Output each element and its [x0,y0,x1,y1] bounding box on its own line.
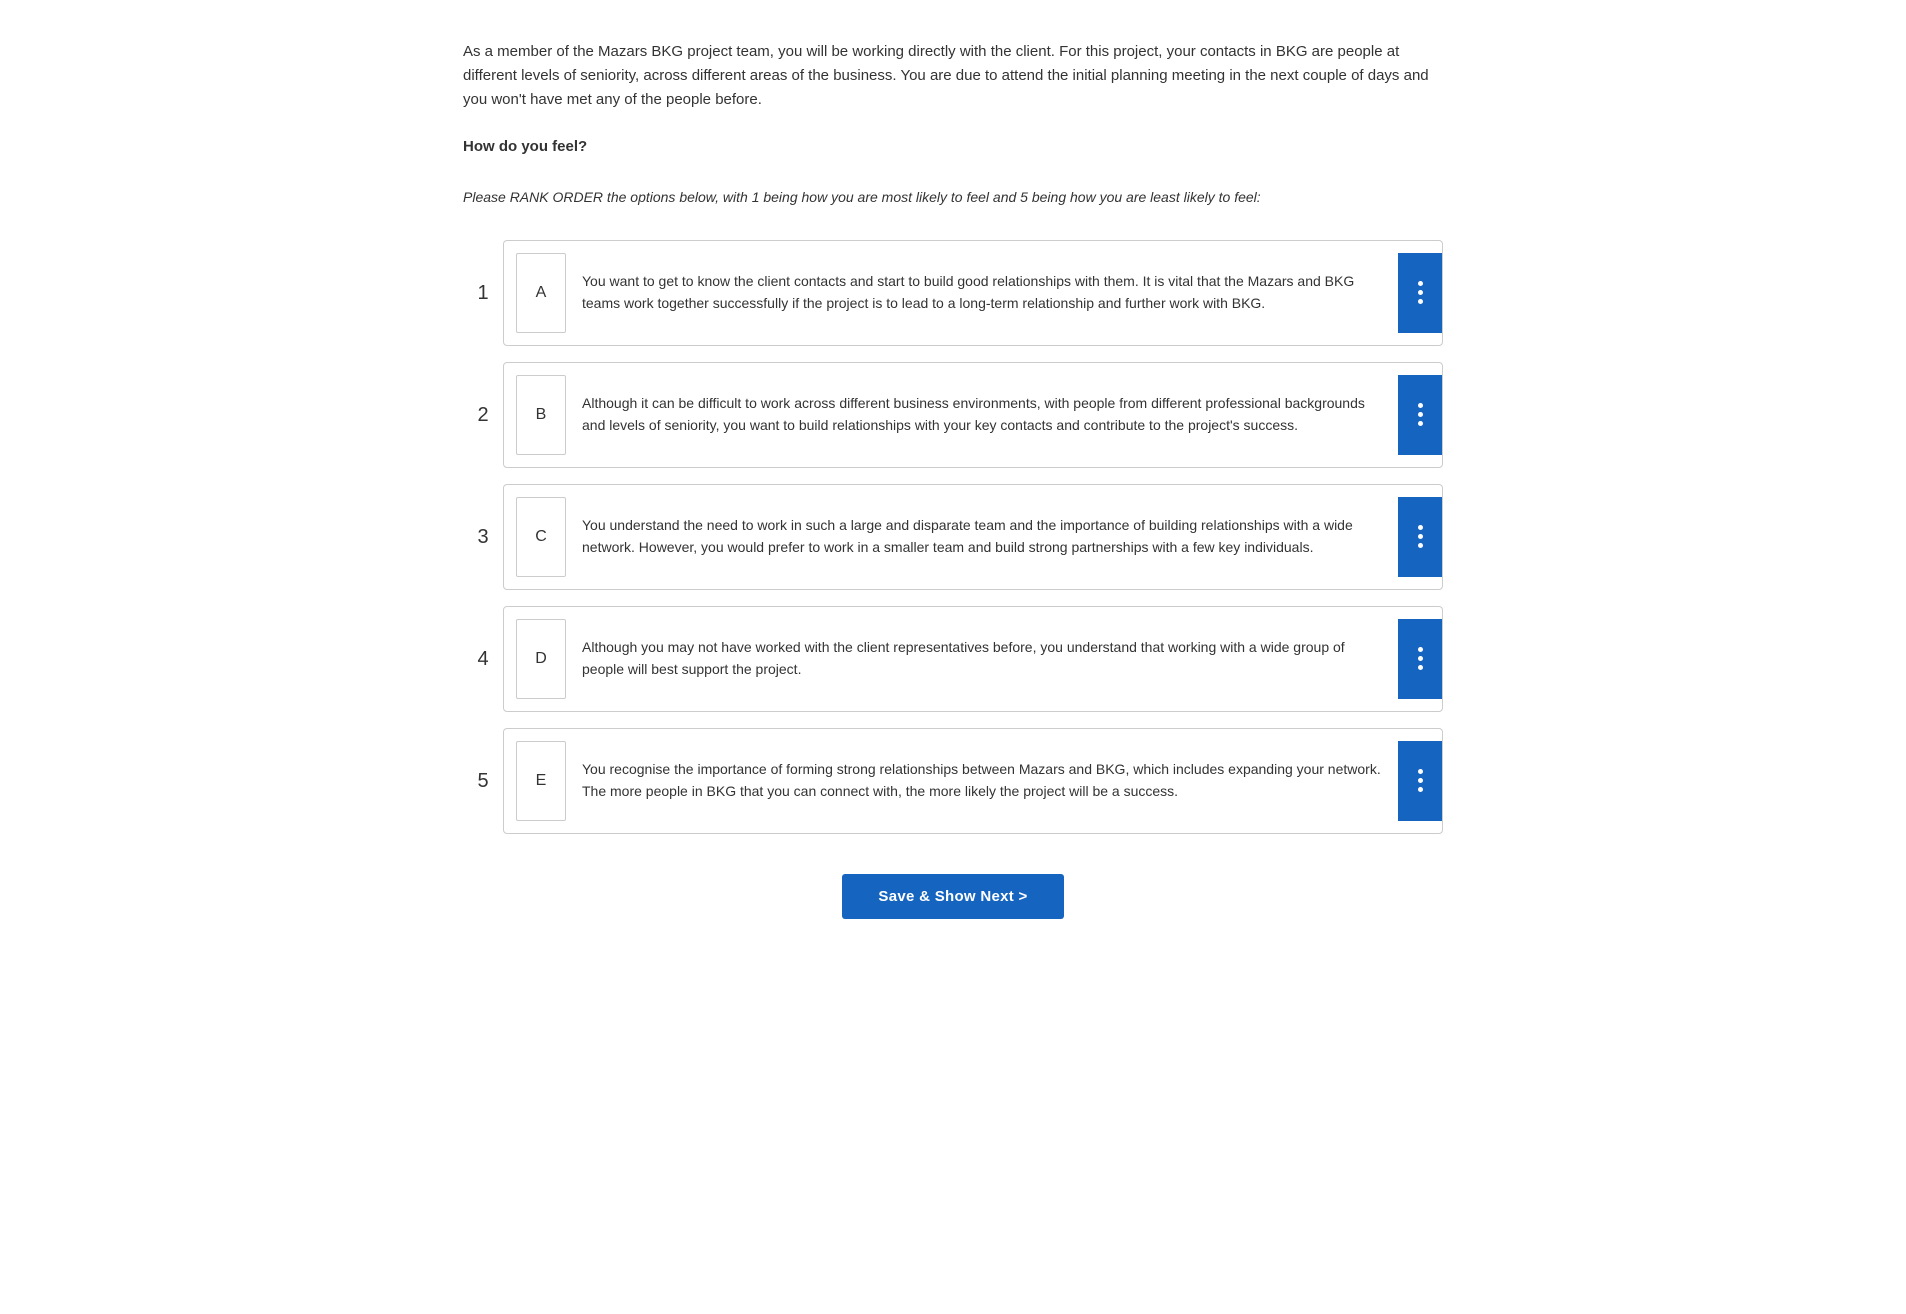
rank-card: D Although you may not have worked with … [503,606,1443,712]
drag-dots-icon [1418,647,1423,670]
drag-dot [1418,403,1423,408]
drag-dot [1418,290,1423,295]
rank-text: You want to get to know the client conta… [582,257,1398,328]
rank-number: 1 [463,278,503,308]
drag-dot [1418,525,1423,530]
rank-item: 2 B Although it can be difficult to work… [463,362,1443,468]
rank-text: You understand the need to work in such … [582,501,1398,572]
rank-drag-handle[interactable] [1398,741,1442,821]
rank-card: C You understand the need to work in suc… [503,484,1443,590]
rank-number: 4 [463,644,503,674]
rank-item: 5 E You recognise the importance of form… [463,728,1443,834]
rank-number: 2 [463,400,503,430]
drag-dot [1418,778,1423,783]
page-container: As a member of the Mazars BKG project te… [403,0,1503,979]
drag-dot [1418,787,1423,792]
drag-dots-icon [1418,403,1423,426]
drag-dot [1418,299,1423,304]
intro-text: As a member of the Mazars BKG project te… [463,40,1443,112]
drag-dots-icon [1418,525,1423,548]
drag-dot [1418,769,1423,774]
button-row: Save & Show Next > [463,874,1443,919]
rank-letter-box: E [516,741,566,821]
rank-number: 3 [463,522,503,552]
drag-dot [1418,665,1423,670]
rank-letter-box: B [516,375,566,455]
rank-letter-box: C [516,497,566,577]
rank-drag-handle[interactable] [1398,497,1442,577]
rank-list: 1 A You want to get to know the client c… [463,240,1443,834]
drag-dots-icon [1418,281,1423,304]
rank-drag-handle[interactable] [1398,619,1442,699]
drag-dot [1418,421,1423,426]
question-label: How do you feel? [463,136,1443,159]
rank-number: 5 [463,766,503,796]
save-next-button[interactable]: Save & Show Next > [842,874,1063,919]
rank-card: A You want to get to know the client con… [503,240,1443,346]
rank-card: B Although it can be difficult to work a… [503,362,1443,468]
rank-drag-handle[interactable] [1398,253,1442,333]
drag-dot [1418,656,1423,661]
drag-dot [1418,534,1423,539]
drag-dot [1418,281,1423,286]
rank-text: Although you may not have worked with th… [582,623,1398,694]
rank-item: 1 A You want to get to know the client c… [463,240,1443,346]
rank-drag-handle[interactable] [1398,375,1442,455]
drag-dots-icon [1418,769,1423,792]
rank-letter-box: D [516,619,566,699]
rank-item: 3 C You understand the need to work in s… [463,484,1443,590]
drag-dot [1418,543,1423,548]
rank-letter-box: A [516,253,566,333]
instruction-text: Please RANK ORDER the options below, wit… [463,187,1443,208]
rank-card: E You recognise the importance of formin… [503,728,1443,834]
drag-dot [1418,647,1423,652]
rank-text: Although it can be difficult to work acr… [582,379,1398,450]
drag-dot [1418,412,1423,417]
rank-text: You recognise the importance of forming … [582,745,1398,816]
rank-item: 4 D Although you may not have worked wit… [463,606,1443,712]
